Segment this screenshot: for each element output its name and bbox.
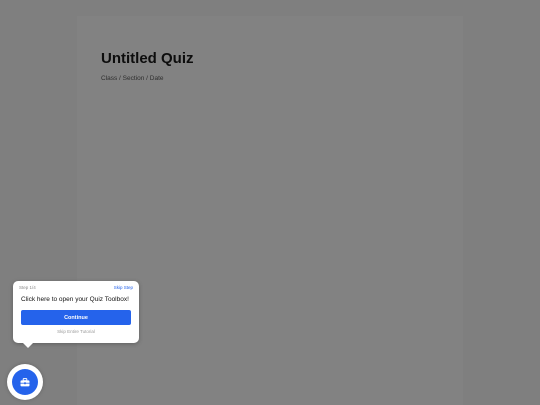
skip-tutorial-link[interactable]: Skip Entire Tutorial [13, 329, 139, 334]
quiz-document: Untitled Quiz Class / Section / Date [77, 16, 463, 405]
tutorial-message: Click here to open your Quiz Toolbox! [21, 296, 129, 303]
step-counter: Step 1/4 [19, 285, 36, 290]
toolbox-icon [20, 377, 30, 387]
tutorial-tooltip: Step 1/4 Skip Step Click here to open yo… [13, 281, 139, 348]
quiz-subtitle: Class / Section / Date [101, 75, 164, 82]
page-title: Untitled Quiz [101, 50, 194, 67]
continue-button[interactable]: Continue [21, 310, 131, 325]
tooltip-caret [23, 343, 33, 348]
skip-step-link[interactable]: Skip Step [114, 285, 133, 290]
quiz-toolbox-button[interactable] [12, 369, 38, 395]
